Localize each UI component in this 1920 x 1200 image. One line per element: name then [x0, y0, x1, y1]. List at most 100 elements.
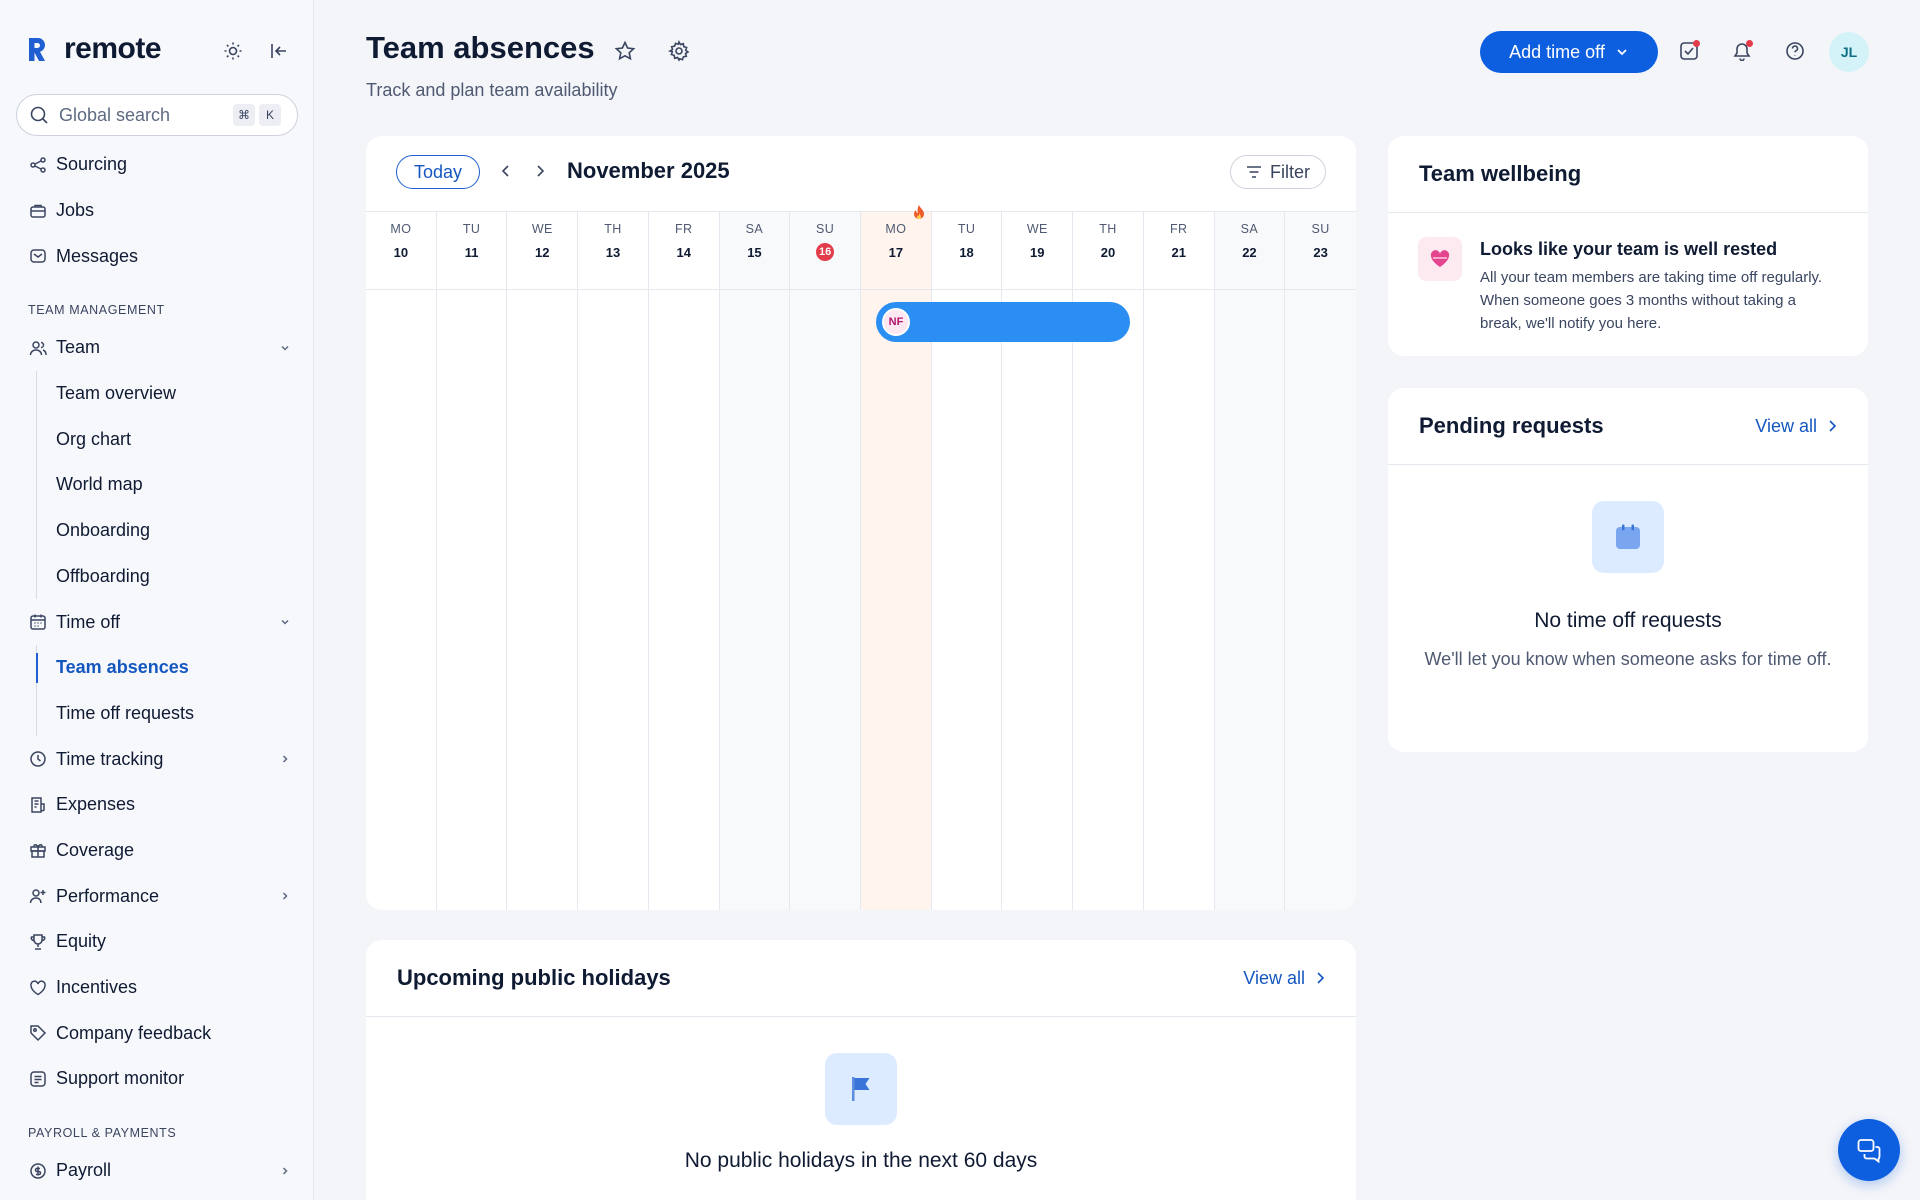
page-title: Team absences — [366, 30, 595, 65]
sidebar-item-sourcing[interactable]: Sourcing — [0, 142, 313, 188]
day-column[interactable]: SU 16 — [790, 212, 861, 910]
day-column[interactable]: FR 21 — [1143, 212, 1215, 910]
sidebar-item-performance[interactable]: Performance — [0, 873, 313, 919]
day-column[interactable]: SA 15 — [719, 212, 791, 910]
day-column[interactable]: FR 14 — [648, 212, 720, 910]
day-name: TH — [604, 222, 622, 236]
sidebar-item-messages[interactable]: Messages — [0, 233, 313, 279]
message-icon — [28, 246, 48, 266]
sidebar-item-label: Coverage — [56, 839, 135, 860]
receipt-icon — [28, 795, 48, 815]
briefcase-icon — [28, 201, 48, 221]
chevron-left-icon[interactable] — [498, 162, 514, 180]
star-icon[interactable] — [614, 40, 636, 67]
team-wellbeing-card: Team wellbeing Looks like your team is w… — [1388, 136, 1868, 356]
day-number: 21 — [1171, 244, 1186, 260]
gift-icon — [28, 840, 48, 860]
sidebar-item-equity[interactable]: Equity — [0, 919, 313, 965]
bell-icon[interactable] — [1731, 40, 1753, 62]
sidebar-item-label: Performance — [56, 885, 160, 906]
sidebar-item-team-overview[interactable]: Team overview — [0, 371, 313, 417]
absence-bar[interactable]: NF — [876, 302, 1130, 342]
view-all-label: View all — [1243, 967, 1305, 988]
user-avatar[interactable]: JL — [1829, 32, 1869, 72]
sidebar-item-expenses[interactable]: Expenses — [0, 782, 313, 828]
tag-icon — [28, 1023, 48, 1043]
shortcut-k-key: K — [259, 104, 281, 126]
pending-view-all-link[interactable]: View all — [1755, 416, 1837, 437]
holidays-view-all-link[interactable]: View all — [1243, 968, 1325, 989]
sidebar-item-time-off[interactable]: Time off — [0, 599, 313, 645]
filter-button[interactable]: Filter — [1230, 155, 1326, 189]
sidebar-item-onboarding[interactable]: Onboarding — [0, 508, 313, 554]
day-column[interactable]: SA 22 — [1214, 212, 1286, 910]
absence-avatar: NF — [882, 308, 910, 336]
search-input[interactable] — [59, 104, 229, 126]
share-icon — [28, 155, 48, 175]
sidebar-item-offboarding[interactable]: Offboarding — [0, 554, 313, 600]
day-header: SA 15 — [719, 212, 790, 290]
sidebar-item-label: Equity — [56, 931, 107, 952]
tasks-checkbox-icon[interactable] — [1678, 40, 1700, 62]
section-team-management: TEAM MANAGEMENT — [28, 303, 165, 318]
day-column[interactable]: WE 12 — [507, 212, 579, 910]
chat-support-button[interactable] — [1838, 1119, 1900, 1181]
today-button[interactable]: Today — [396, 155, 480, 189]
day-name: FR — [674, 222, 693, 236]
trophy-icon — [28, 932, 48, 952]
brand-logo[interactable]: remote — [24, 32, 162, 66]
absence-calendar: Today November 2025 Filter MO 10 TU 11 WE 12 T… — [366, 136, 1356, 910]
shortcut-mod-key: ⌘ — [233, 104, 255, 126]
day-column[interactable]: TH 13 — [578, 212, 649, 910]
day-name: SA — [745, 222, 764, 236]
chevron-right-icon[interactable] — [532, 162, 548, 180]
day-number: 12 — [535, 244, 550, 260]
collapse-sidebar-icon[interactable] — [268, 40, 290, 62]
day-name: MO — [885, 222, 907, 236]
day-column[interactable]: TU 11 — [436, 212, 508, 910]
filter-icon — [1247, 166, 1261, 178]
day-number: 15 — [747, 244, 762, 260]
sidebar-item-time-tracking[interactable]: Time tracking — [0, 736, 313, 782]
day-number: 18 — [959, 244, 974, 260]
settings-gear-icon[interactable] — [668, 40, 690, 67]
sidebar-item-time-off-requests[interactable]: Time off requests — [0, 691, 313, 737]
sidebar-item-world-map[interactable]: World map — [0, 462, 313, 508]
sidebar-item-org-chart[interactable]: Org chart — [0, 416, 313, 462]
day-header: WE 19 — [1002, 212, 1073, 290]
day-header: WE 12 — [507, 212, 578, 290]
help-icon[interactable] — [1784, 40, 1806, 62]
holiday-day-number: 16 — [816, 243, 835, 261]
sidebar-item-label: Company feedback — [56, 1022, 212, 1043]
day-number: 19 — [1030, 244, 1045, 260]
sidebar-item-company-feedback[interactable]: Company feedback — [0, 1010, 313, 1056]
sidebar-item-jobs[interactable]: Jobs — [0, 188, 313, 234]
sidebar-item-incentives[interactable]: Incentives — [0, 965, 313, 1011]
sidebar-item-team-absences[interactable]: Team absences — [0, 645, 313, 691]
clock-icon — [28, 749, 48, 769]
global-search[interactable]: ⌘ K — [16, 94, 298, 136]
day-name: WE — [1026, 222, 1048, 236]
sidebar-item-label: Incentives — [56, 977, 138, 998]
day-name: TU — [462, 222, 481, 236]
theme-toggle-icon[interactable] — [222, 40, 244, 62]
sidebar-item-label: Time tracking — [56, 748, 164, 769]
add-time-off-button[interactable]: Add time off — [1480, 31, 1658, 73]
section-payroll-payments: PAYROLL & PAYMENTS — [28, 1125, 177, 1140]
day-column[interactable]: SU 23 — [1285, 212, 1356, 910]
day-header: TH 13 — [578, 212, 648, 290]
sidebar-item-coverage[interactable]: Coverage — [0, 828, 313, 874]
brand-name: remote — [64, 32, 162, 65]
day-header: TU 18 — [931, 212, 1002, 290]
sidebar-item-label: Support monitor — [56, 1068, 185, 1089]
search-icon — [30, 106, 48, 124]
day-number: 17 — [888, 244, 904, 260]
sidebar-item-team[interactable]: Team — [0, 325, 313, 371]
day-number: 13 — [605, 244, 621, 260]
sidebar-nav: Sourcing Jobs Messages TEAM MANAGEMENT T… — [0, 142, 313, 1194]
day-column[interactable]: MO 10 — [366, 212, 437, 910]
wellbeing-text: All your team members are taking time of… — [1480, 269, 1823, 332]
sidebar-item-payroll[interactable]: Payroll — [0, 1148, 313, 1194]
day-name: WE — [531, 222, 553, 236]
sidebar-item-support-monitor[interactable]: Support monitor — [0, 1056, 313, 1102]
